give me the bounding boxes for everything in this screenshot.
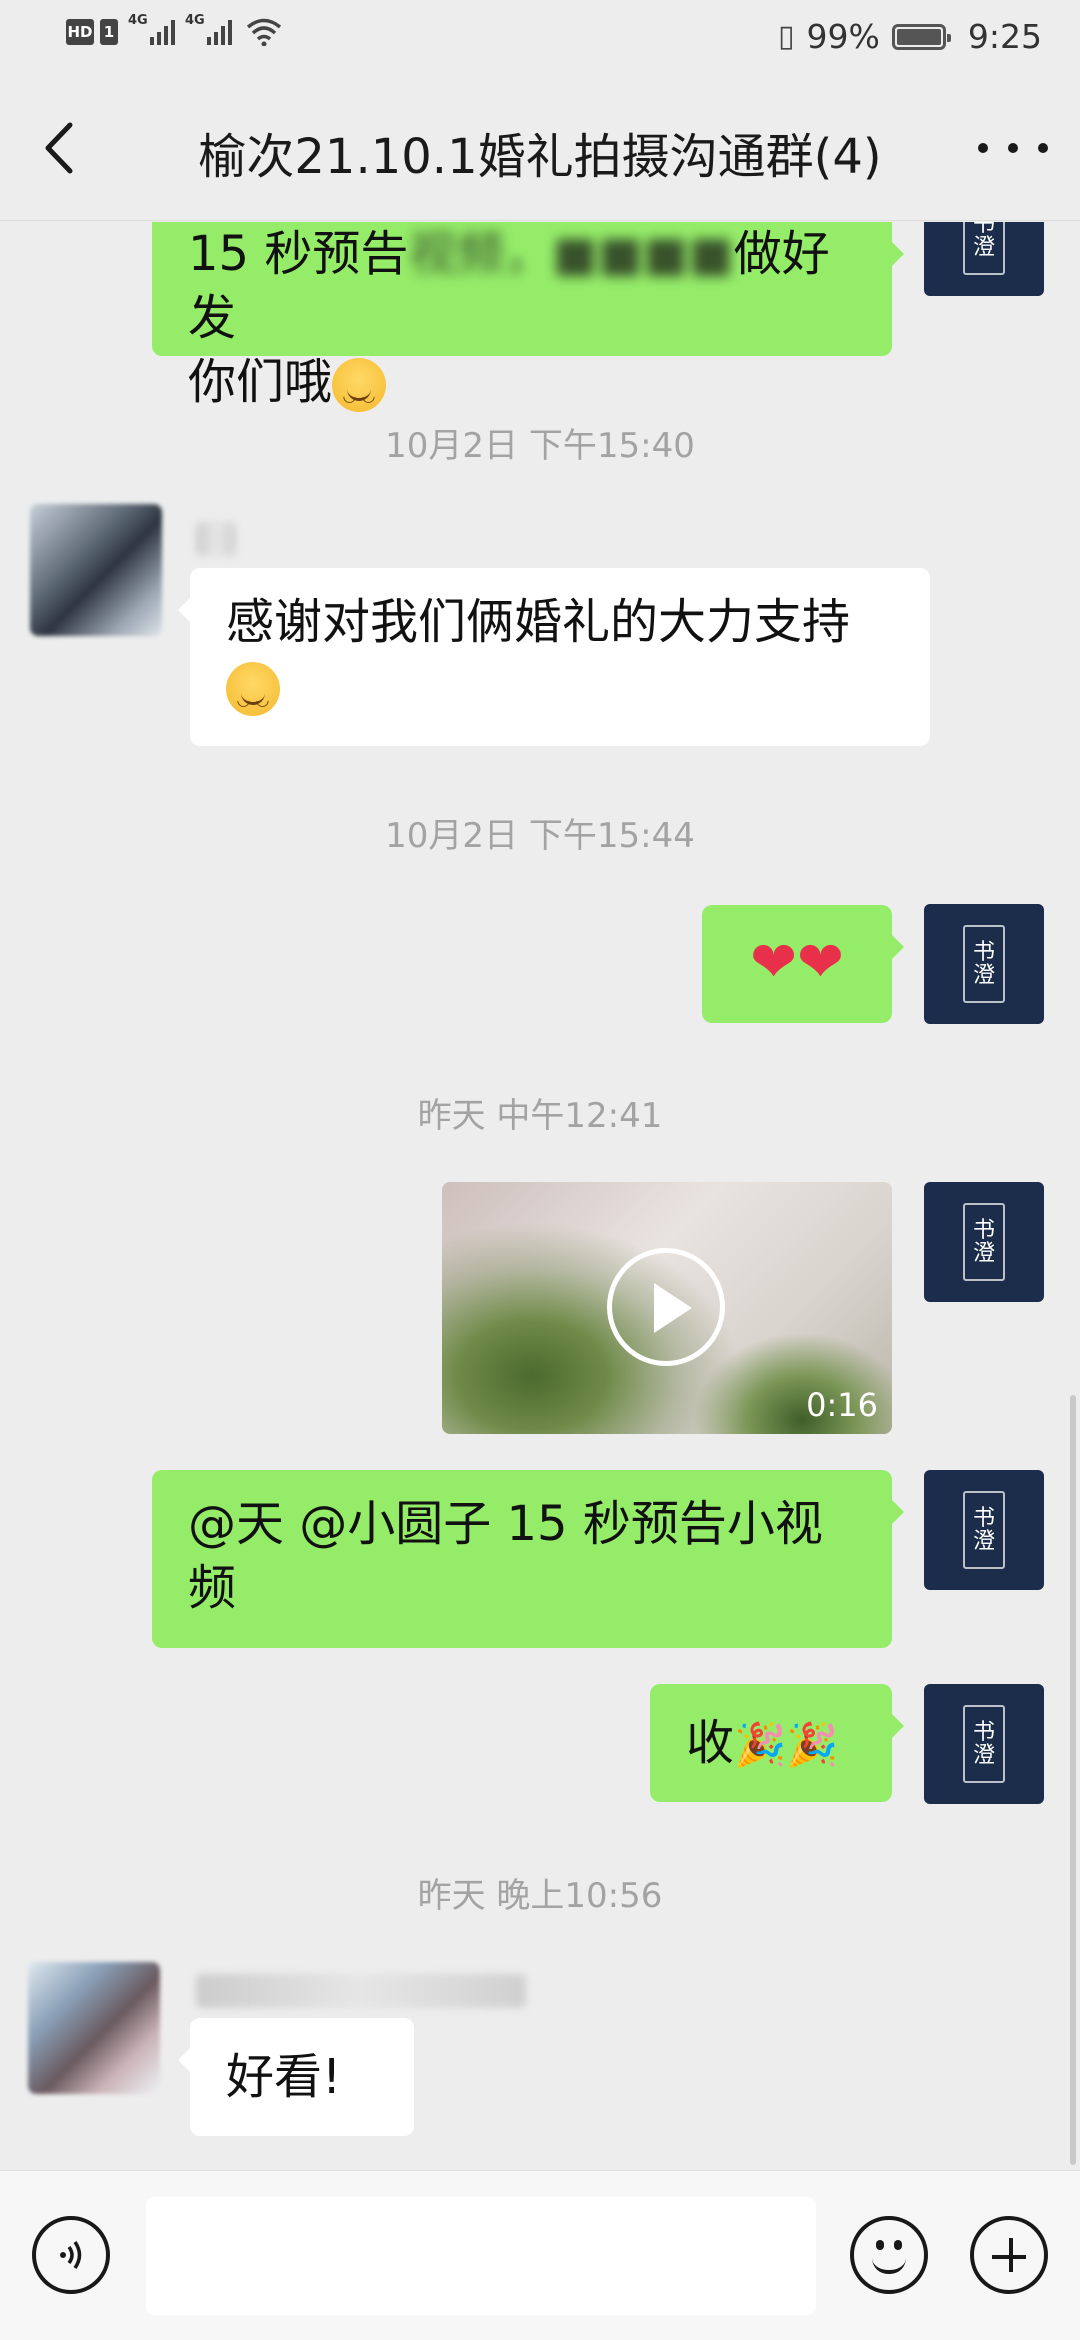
message-bubble-received[interactable]: 感谢对我们俩婚礼的大力支持 — [178, 568, 930, 746]
my-avatar[interactable]: 书澄 — [924, 1684, 1044, 1804]
sim-indicator: 1 — [100, 19, 118, 45]
voice-icon[interactable] — [32, 2216, 110, 2294]
message-list[interactable]: 15 秒预告视频，■■■■做好发 你们哦 书澄 10月2日 下午15:40 感谢… — [0, 222, 1080, 2170]
my-avatar[interactable]: 书澄 — [924, 1182, 1044, 1302]
scrollbar[interactable] — [1070, 1395, 1076, 2165]
my-avatar[interactable]: 书澄 — [924, 1470, 1044, 1590]
sender-name — [196, 522, 236, 556]
timestamp: 10月2日 下午15:40 — [385, 426, 695, 466]
timestamp: 昨天 中午12:41 — [417, 1096, 663, 1136]
emoji-icon[interactable] — [850, 2216, 928, 2294]
timestamp: 昨天 晚上10:56 — [417, 1876, 663, 1916]
sender-name — [196, 1974, 526, 2008]
vibrate-icon: ▯ — [778, 19, 795, 54]
video-message[interactable]: 0:16 — [442, 1182, 892, 1434]
add-icon[interactable] — [970, 2216, 1048, 2294]
battery-icon — [891, 23, 951, 50]
smile-emoji-icon — [332, 358, 387, 428]
message-bubble-received[interactable]: 好看! — [178, 2018, 414, 2136]
message-bubble-sent[interactable]: 收🎉🎉 — [650, 1684, 904, 1802]
video-duration: 0:16 — [806, 1386, 878, 1424]
message-bubble-sent[interactable]: ❤❤ — [702, 905, 904, 1023]
party-emoji-icon: 🎉🎉 — [734, 1720, 839, 1769]
message-bubble-sent[interactable]: 15 秒预告视频，■■■■做好发 你们哦 — [152, 222, 904, 428]
input-bar — [0, 2170, 1080, 2340]
sender-avatar[interactable] — [30, 504, 162, 636]
signal-icon-1: 4G — [128, 13, 175, 45]
my-avatar[interactable]: 书澄 — [924, 222, 1044, 296]
timestamp: 10月2日 下午15:44 — [385, 816, 695, 856]
my-avatar[interactable]: 书澄 — [924, 904, 1044, 1024]
more-dots-icon[interactable] — [978, 125, 1048, 171]
clock: 9:25 — [967, 17, 1042, 56]
status-bar: HD 1 4G 4G ▯ 99% 9:25 — [0, 0, 1080, 75]
wifi-icon — [246, 18, 282, 46]
chat-header: 榆次21.10.1婚礼拍摄沟通群(4) — [0, 75, 1080, 221]
message-input[interactable] — [146, 2197, 816, 2315]
sender-avatar[interactable] — [28, 1962, 160, 2094]
chat-title: 榆次21.10.1婚礼拍摄沟通群(4) — [198, 129, 882, 185]
hd-indicator: HD — [66, 19, 94, 45]
play-icon[interactable] — [607, 1248, 725, 1366]
smile-emoji-icon — [226, 662, 280, 732]
battery-percent: 99% — [806, 17, 880, 56]
message-bubble-sent[interactable]: @天 @小圆子 15 秒预告小视 频 — [152, 1470, 904, 1648]
signal-icon-2: 4G — [185, 13, 232, 45]
